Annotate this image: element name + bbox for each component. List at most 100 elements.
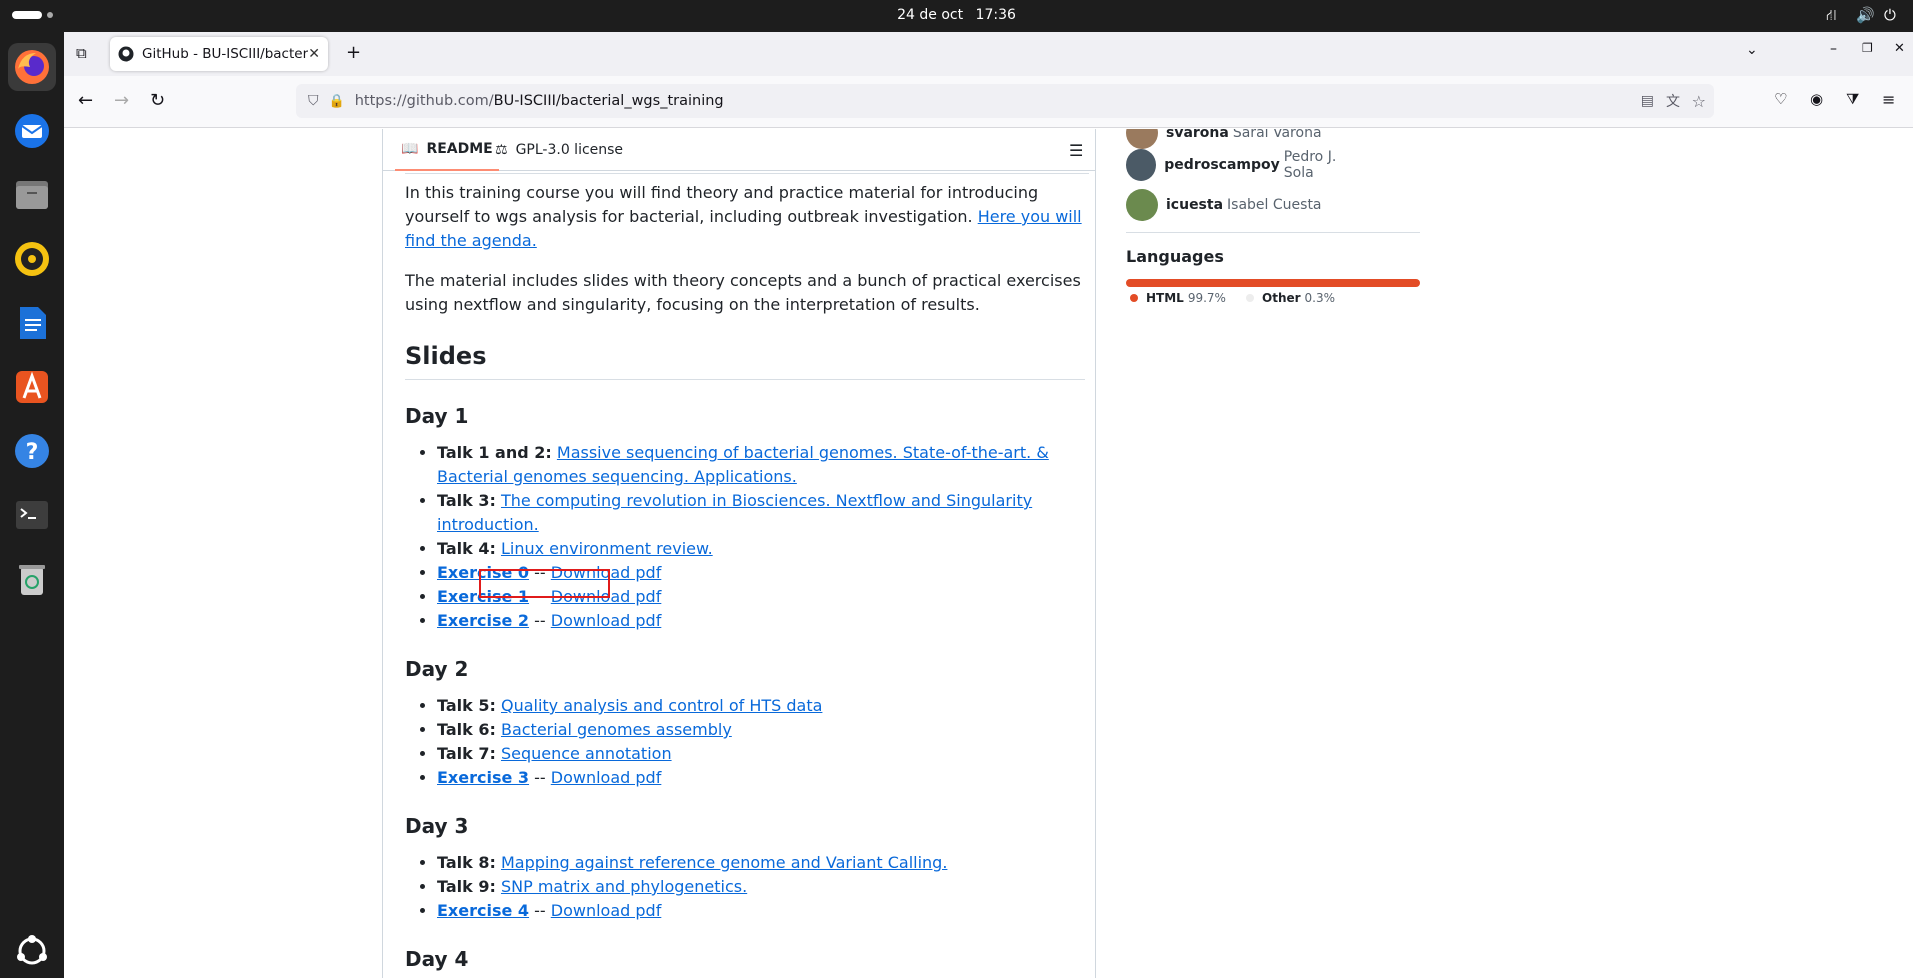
talk-label: Talk 6:: [437, 720, 496, 739]
reload-icon[interactable]: ↻: [150, 90, 165, 111]
readme-tabs: 📖 README ⚖ GPL-3.0 license ☰: [383, 129, 1095, 171]
extensions-icon[interactable]: ⧩: [1846, 90, 1859, 108]
app-center-icon[interactable]: [8, 363, 56, 411]
tab-license[interactable]: ⚖ GPL-3.0 license: [495, 129, 623, 171]
language-dot: [1246, 294, 1254, 302]
avatar: [1126, 189, 1158, 221]
terminal-icon[interactable]: [8, 491, 56, 539]
talk-label: Talk 4:: [437, 539, 496, 558]
avatar: [1126, 129, 1158, 149]
firefox-window: ⧉ GitHub - BU-ISCIII/bacterial_wgs_train…: [64, 32, 1913, 978]
navigation-toolbar: ← → ↻ ⛉ 🔒 https://github.com/BU-ISCIII/b…: [64, 76, 1913, 128]
exercise-2-download-link[interactable]: Download pdf: [551, 611, 662, 630]
tab-strip: ⧉ GitHub - BU-ISCIII/bacterial_wgs_train…: [64, 32, 1913, 76]
browser-tab[interactable]: GitHub - BU-ISCIII/bacterial_wgs_trainin…: [110, 37, 328, 71]
day-3-list: Talk 8: Mapping against reference genome…: [405, 851, 1085, 923]
clock-date: 24 de oct: [897, 7, 964, 23]
outline-icon[interactable]: ☰: [1069, 129, 1083, 171]
contributor-item[interactable]: pedroscampoy Pedro J. Sola: [1126, 149, 1366, 181]
files-icon[interactable]: [8, 171, 56, 219]
new-tab-icon[interactable]: +: [346, 42, 361, 63]
tab-overview-icon[interactable]: ⧉: [76, 44, 87, 62]
exercise-2-link[interactable]: Exercise 2: [437, 611, 529, 630]
contributor-item[interactable]: icuesta Isabel Cuesta: [1126, 189, 1322, 221]
language-item[interactable]: Other 0.3%: [1246, 291, 1335, 305]
day-1-list: Talk 1 and 2: Massive sequencing of bact…: [405, 441, 1085, 633]
talk-5-link[interactable]: Quality analysis and control of HTS data: [501, 696, 822, 715]
readme-box: 📖 README ⚖ GPL-3.0 license ☰ In this tra…: [382, 129, 1096, 978]
clock[interactable]: 24 de oct 17:36: [0, 7, 1913, 23]
list-tabs-icon[interactable]: ⌄: [1746, 42, 1758, 58]
back-icon[interactable]: ←: [78, 90, 93, 111]
list-item: Talk 6: Bacterial genomes assembly: [437, 718, 1085, 742]
intro-text: In this training course you will find th…: [405, 183, 1039, 226]
list-item: Exercise 3 -- Download pdf: [437, 766, 1085, 790]
language-name: HTML: [1146, 291, 1184, 305]
contributor-username: svarona: [1166, 129, 1229, 141]
language-percent: 99.7%: [1187, 291, 1226, 305]
list-item: Talk 5: Quality analysis and control of …: [437, 694, 1085, 718]
list-item: Talk 3: The computing revolution in Bios…: [437, 489, 1085, 537]
menu-icon[interactable]: ≡: [1882, 90, 1895, 109]
rhythmbox-icon[interactable]: [8, 235, 56, 283]
tab-license-label: GPL-3.0 license: [515, 142, 624, 158]
contributor-item[interactable]: svarona Sarai Varona: [1126, 129, 1322, 149]
trash-icon[interactable]: [8, 555, 56, 603]
account-icon[interactable]: ◉: [1810, 90, 1823, 108]
firefox-icon[interactable]: [8, 43, 56, 91]
reader-view-icon[interactable]: ▤: [1641, 93, 1654, 109]
day-4-heading: Day 4: [405, 947, 469, 971]
day-2-list: Talk 5: Quality analysis and control of …: [405, 694, 1085, 790]
bookmark-star-icon[interactable]: ☆: [1692, 92, 1706, 111]
close-icon[interactable]: ✕: [308, 46, 320, 62]
talk-6-link[interactable]: Bacterial genomes assembly: [501, 720, 732, 739]
talk-8-link[interactable]: Mapping against reference genome and Var…: [501, 853, 947, 872]
day-3-heading: Day 3: [405, 814, 469, 838]
help-icon[interactable]: ?: [8, 427, 56, 475]
window-close-icon[interactable]: ✕: [1894, 41, 1905, 56]
day-1-heading: Day 1: [405, 404, 469, 428]
github-icon: [118, 46, 134, 62]
forward-icon[interactable]: →: [114, 90, 129, 111]
svg-text:?: ?: [26, 440, 39, 465]
day-2-heading: Day 2: [405, 657, 469, 681]
show-apps-icon[interactable]: [8, 927, 56, 975]
list-item: Talk 1 and 2: Massive sequencing of bact…: [437, 441, 1085, 489]
talk-label: Talk 3:: [437, 491, 496, 510]
talk-label: Talk 1 and 2:: [437, 443, 552, 462]
tab-readme[interactable]: 📖 README: [395, 129, 499, 171]
talk-3-link[interactable]: The computing revolution in Biosciences.…: [437, 491, 1032, 534]
language-dot: [1130, 294, 1138, 302]
language-item[interactable]: HTML 99.7%: [1130, 291, 1226, 305]
tab-title: GitHub - BU-ISCIII/bacterial_wgs_trainin…: [142, 46, 309, 62]
exercise-3-link[interactable]: Exercise 3: [437, 768, 529, 787]
exercise-4-download-link[interactable]: Download pdf: [551, 901, 662, 920]
language-percent: 0.3%: [1304, 291, 1336, 305]
network-icon[interactable]: ⛙: [1826, 6, 1837, 26]
writer-icon[interactable]: [8, 299, 56, 347]
volume-icon[interactable]: 🔊: [1856, 6, 1875, 24]
slides-heading: Slides: [405, 341, 1085, 380]
contributor-name: Sarai Varona: [1232, 129, 1322, 141]
exercise-4-link[interactable]: Exercise 4: [437, 901, 529, 920]
contributor-username: icuesta: [1166, 197, 1224, 213]
talk-9-link[interactable]: SNP matrix and phylogenetics.: [501, 877, 747, 896]
url-path: BU-ISCIII/bacterial_wgs_training: [493, 93, 724, 109]
talk-4-link[interactable]: Linux environment review.: [501, 539, 713, 558]
talk-7-link[interactable]: Sequence annotation: [501, 744, 672, 763]
thunderbird-icon[interactable]: [8, 107, 56, 155]
separator: --: [529, 901, 551, 920]
exercise-3-download-link[interactable]: Download pdf: [551, 768, 662, 787]
talk-label: Talk 5:: [437, 696, 496, 715]
pocket-icon[interactable]: ♡: [1774, 90, 1787, 108]
contributor-name: Isabel Cuesta: [1227, 197, 1322, 213]
power-icon[interactable]: ⏻: [1884, 6, 1896, 24]
restore-icon[interactable]: ❐: [1862, 41, 1873, 55]
shield-icon[interactable]: ⛉: [308, 93, 319, 109]
translate-icon[interactable]: 文: [1666, 91, 1680, 111]
lock-icon[interactable]: 🔒: [329, 94, 345, 109]
highlight-box: [479, 569, 610, 598]
url-bar[interactable]: ⛉ 🔒 https://github.com/BU-ISCIII/bacteri…: [296, 84, 1714, 118]
contributor-username: pedroscampoy: [1164, 157, 1280, 173]
minimize-icon[interactable]: –: [1830, 41, 1837, 57]
